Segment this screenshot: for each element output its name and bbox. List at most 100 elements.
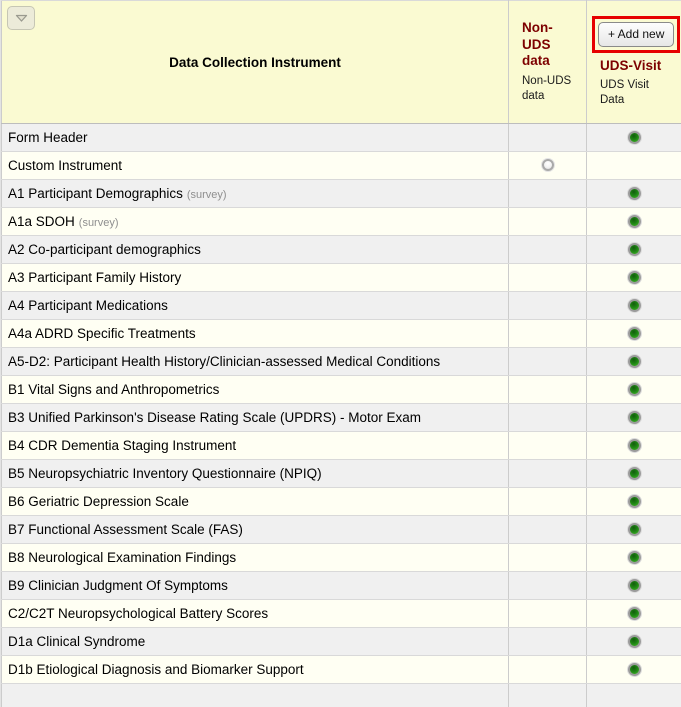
uds-visit-cell: [586, 655, 681, 684]
instrument-label: B8 Neurological Examination Findings: [8, 550, 237, 565]
instrument-name-cell: D1b Etiological Diagnosis and Biomarker …: [1, 655, 509, 684]
non-uds-cell: [508, 375, 587, 404]
uds-visit-cell: [586, 459, 681, 488]
instrument-label: D1b Etiological Diagnosis and Biomarker …: [8, 662, 304, 677]
add-new-button[interactable]: + Add new: [598, 21, 675, 47]
table-row: A4 Participant Medications: [1, 291, 681, 320]
instrument-label: D1a Clinical Syndrome: [8, 634, 146, 649]
instrument-name-cell: A1a SDOH (survey): [1, 207, 509, 236]
uds-visit-cell: [586, 403, 681, 432]
non-uds-cell: [508, 599, 587, 628]
instrument-name-cell: A1 Participant Demographics (survey): [1, 179, 509, 208]
instrument-name-cell: B1 Vital Signs and Anthropometrics: [1, 375, 509, 404]
table-row: D1b Etiological Diagnosis and Biomarker …: [1, 655, 681, 684]
status-green-icon[interactable]: [627, 522, 641, 536]
non-uds-cell: [508, 235, 587, 264]
status-green-icon[interactable]: [627, 186, 641, 200]
status-green-icon[interactable]: [627, 326, 641, 340]
status-green-icon[interactable]: [627, 634, 641, 648]
uds-visit-cell: [586, 431, 681, 460]
instrument-label: B4 CDR Dementia Staging Instrument: [8, 438, 237, 453]
table-row: A1 Participant Demographics (survey): [1, 179, 681, 208]
instrument-name-cell: B9 Clinician Judgment Of Symptoms: [1, 571, 509, 600]
uds-visit-cell: [586, 599, 681, 628]
table-row: Form Header: [1, 123, 681, 152]
table-row: C2/C2T Neuropsychological Battery Scores: [1, 599, 681, 628]
non-uds-cell: [508, 515, 587, 544]
table-row-cutoff: [1, 683, 681, 707]
non-uds-cell: [508, 179, 587, 208]
event-title: UDS-Visit: [600, 57, 662, 73]
instrument-name-cell: A3 Participant Family History: [1, 263, 509, 292]
status-green-icon[interactable]: [627, 438, 641, 452]
event-column-non-uds: Non-UDS data Non-UDS data: [508, 0, 587, 124]
radio-unchecked-icon[interactable]: [541, 159, 554, 172]
table-row: B6 Geriatric Depression Scale: [1, 487, 681, 516]
non-uds-cell: [508, 123, 587, 152]
table-row: A1a SDOH (survey): [1, 207, 681, 236]
table-row: A5-D2: Participant Health History/Clinic…: [1, 347, 681, 376]
instrument-label: B5 Neuropsychiatric Inventory Questionna…: [8, 466, 322, 481]
instrument-label: B9 Clinician Judgment Of Symptoms: [8, 578, 228, 593]
uds-visit-cell: [586, 347, 681, 376]
uds-visit-cell: [586, 319, 681, 348]
chevron-down-icon: [15, 11, 28, 26]
instrument-name-cell: B3 Unified Parkinson's Disease Rating Sc…: [1, 403, 509, 432]
status-green-icon[interactable]: [627, 466, 641, 480]
uds-visit-cell: [586, 291, 681, 320]
status-green-icon[interactable]: [627, 270, 641, 284]
collapse-button[interactable]: [7, 6, 35, 30]
instrument-label: A2 Co-participant demographics: [8, 242, 201, 257]
status-green-icon[interactable]: [627, 550, 641, 564]
non-uds-cell: [508, 263, 587, 292]
instrument-label: C2/C2T Neuropsychological Battery Scores: [8, 606, 269, 621]
non-uds-cell: [508, 543, 587, 572]
instrument-name-cell: Custom Instrument: [1, 151, 509, 180]
instrument-column-header: Data Collection Instrument: [1, 0, 509, 124]
event-title: Non-UDS data: [522, 20, 553, 69]
status-green-icon[interactable]: [627, 242, 641, 256]
status-green-icon[interactable]: [627, 410, 641, 424]
status-green-icon[interactable]: [627, 130, 641, 144]
instrument-name-cell: B6 Geriatric Depression Scale: [1, 487, 509, 516]
status-green-icon[interactable]: [627, 662, 641, 676]
instrument-label: A5-D2: Participant Health History/Clinic…: [8, 354, 441, 369]
table-row: A3 Participant Family History: [1, 263, 681, 292]
survey-tag: (survey): [186, 189, 227, 201]
instrument-name-cell: Form Header: [1, 123, 509, 152]
add-new-highlight-box: + Add new: [592, 15, 681, 53]
status-green-icon[interactable]: [627, 382, 641, 396]
table-row: B8 Neurological Examination Findings: [1, 543, 681, 572]
uds-visit-cell: [586, 487, 681, 516]
instrument-column-title: Data Collection Instrument: [169, 54, 341, 70]
table-row: B3 Unified Parkinson's Disease Rating Sc…: [1, 403, 681, 432]
event-subtitle: Non-UDS data: [522, 74, 572, 102]
status-green-icon[interactable]: [627, 494, 641, 508]
table-row: D1a Clinical Syndrome: [1, 627, 681, 656]
uds-visit-cell: [586, 207, 681, 236]
non-uds-cell: [508, 207, 587, 236]
table-row: B7 Functional Assessment Scale (FAS): [1, 515, 681, 544]
non-uds-cell: [508, 655, 587, 684]
event-subtitle: UDS Visit Data: [600, 79, 649, 107]
non-uds-cell: [508, 627, 587, 656]
uds-visit-cell: [586, 151, 681, 180]
uds-visit-cell: [586, 571, 681, 600]
instrument-label: A3 Participant Family History: [8, 270, 182, 285]
instrument-name-cell: B8 Neurological Examination Findings: [1, 543, 509, 572]
uds-visit-cell: [586, 123, 681, 152]
non-uds-cell: [508, 431, 587, 460]
status-green-icon[interactable]: [627, 354, 641, 368]
non-uds-cell: [508, 459, 587, 488]
status-green-icon[interactable]: [627, 578, 641, 592]
status-green-icon[interactable]: [627, 606, 641, 620]
status-green-icon[interactable]: [627, 214, 641, 228]
instrument-name-cell: A2 Co-participant demographics: [1, 235, 509, 264]
uds-visit-cell: [586, 179, 681, 208]
instrument-label: Custom Instrument: [8, 158, 123, 173]
instrument-name-cell: C2/C2T Neuropsychological Battery Scores: [1, 599, 509, 628]
instrument-label: A1 Participant Demographics: [8, 186, 183, 201]
status-green-icon[interactable]: [627, 298, 641, 312]
instrument-label: Form Header: [8, 130, 88, 145]
uds-visit-cell: [586, 543, 681, 572]
